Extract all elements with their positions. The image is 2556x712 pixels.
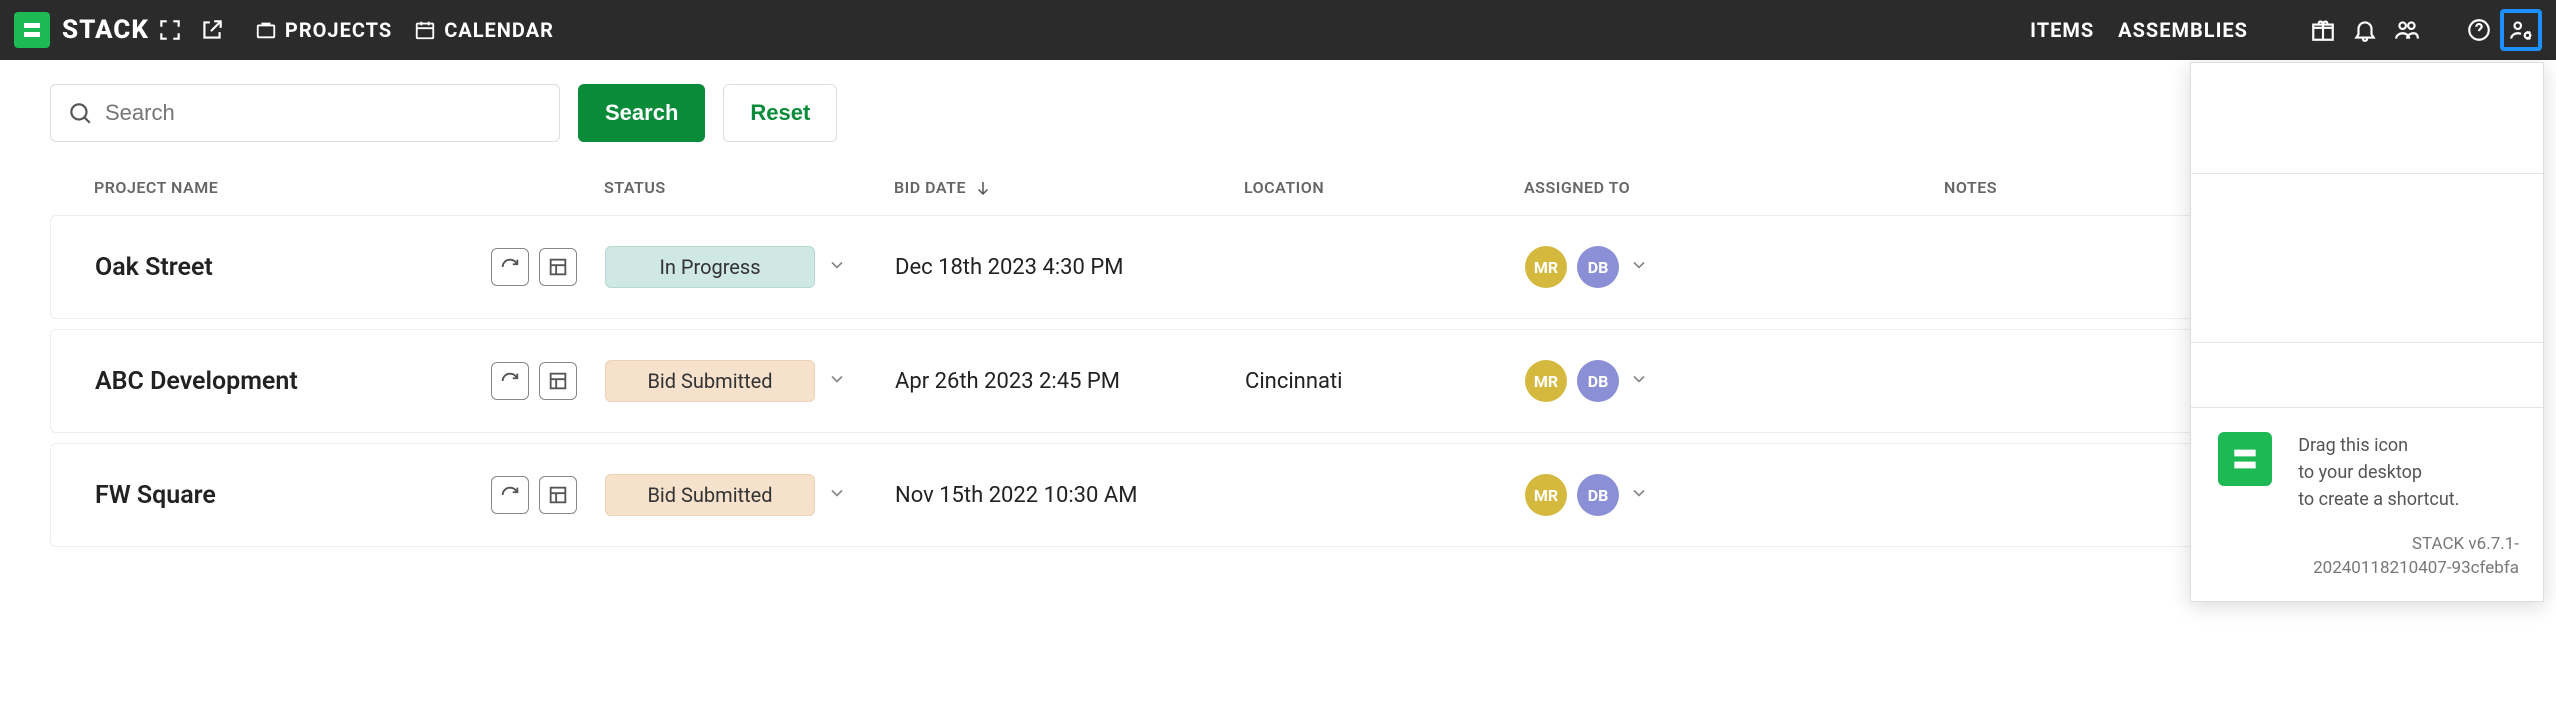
avatar[interactable]: DB [1577,246,1619,288]
people-icon[interactable] [2386,9,2428,51]
project-name[interactable]: FW Square [95,481,216,510]
avatar[interactable]: MR [1525,246,1567,288]
nav-items[interactable]: ITEMS [2030,18,2094,42]
shortcut-icon[interactable]: STACK [2215,432,2274,513]
tip-line: to create a shortcut. [2298,486,2459,513]
col-project-name[interactable]: PROJECT NAME [94,178,604,197]
projects-table: PROJECT NAME STATUS BID DATE LOCATION AS… [0,160,2556,547]
chevron-down-icon[interactable] [1629,255,1649,279]
table-row: ABC Development Bid Submitted Apr 26th 2… [50,329,2506,433]
open-external-icon[interactable] [191,9,233,51]
avatar[interactable]: MR [1525,360,1567,402]
menu-logout[interactable]: Logout [2191,349,2543,401]
bid-date: Nov 15th 2022 10:30 AM [895,483,1245,508]
nav-assemblies[interactable]: ASSEMBLIES [2118,18,2248,42]
col-bid-date[interactable]: BID DATE [894,178,1244,197]
tip-line: to your desktop [2298,459,2459,486]
avatar[interactable]: DB [1577,360,1619,402]
shortcut-tip: Drag this icon to your desktop to create… [2298,432,2459,513]
top-bar: STACK PROJECTS CALENDAR ITEMS ASSEMBLIES… [0,0,2556,60]
project-name[interactable]: Oak Street [95,253,213,282]
brand-name: STACK [62,15,149,45]
menu-account-settings[interactable]: Account Settings [2191,63,2543,115]
shortcut-label: STACK [2215,492,2274,513]
nav-projects-label: PROJECTS [285,18,392,42]
col-assigned[interactable]: ASSIGNED TO [1524,178,1944,197]
bid-date: Dec 18th 2023 4:30 PM [895,255,1245,280]
menu-separator [2191,173,2543,174]
menu-separator [2191,342,2543,343]
refresh-icon[interactable] [491,362,529,400]
status-badge[interactable]: Bid Submitted [605,360,815,402]
search-button[interactable]: Search [578,84,705,142]
gift-icon[interactable] [2302,9,2344,51]
status-badge[interactable]: Bid Submitted [605,474,815,516]
menu-excel-tools[interactable]: Excel Tools [2191,284,2543,336]
fullscreen-icon[interactable] [149,9,191,51]
col-location[interactable]: LOCATION [1244,178,1524,197]
chevron-down-icon[interactable] [1629,369,1649,393]
sort-desc-icon [974,179,992,197]
account-dropdown: Account Settings Preferences Feature Req… [2190,62,2544,602]
help-icon[interactable] [2458,9,2500,51]
refresh-icon[interactable] [491,248,529,286]
version-text: STACK v6.7.1- 20240118210407-93cfebfa [2191,533,2543,601]
chevron-down-icon[interactable] [1629,483,1649,507]
bell-icon[interactable] [2344,9,2386,51]
reset-button[interactable]: Reset [723,84,837,142]
project-name[interactable]: ABC Development [95,367,298,396]
brand-logo-icon [14,12,50,48]
table-row: Oak Street In Progress Dec 18th 2023 4:3… [50,215,2506,319]
location: Cincinnati [1245,369,1525,394]
menu-refer-earn[interactable]: Refer & Earn [2191,232,2543,284]
refresh-icon[interactable] [491,476,529,514]
version-line: STACK v6.7.1- [2215,533,2519,557]
brand-block: STACK [14,12,149,48]
chevron-down-icon[interactable] [827,369,847,393]
table-row: FW Square Bid Submitted Nov 15th 2022 10… [50,443,2506,547]
avatar[interactable]: DB [1577,474,1619,516]
col-bid-label: BID DATE [894,178,966,197]
layout-icon[interactable] [539,248,577,286]
menu-feature-requests[interactable]: Feature Requests [2191,180,2543,232]
chevron-down-icon[interactable] [827,255,847,279]
avatar[interactable]: MR [1525,474,1567,516]
col-status[interactable]: STATUS [604,178,894,197]
layout-icon[interactable] [539,476,577,514]
version-line: 20240118210407-93cfebfa [2215,557,2519,581]
bid-date: Apr 26th 2023 2:45 PM [895,369,1245,394]
nav-calendar[interactable]: CALENDAR [414,18,554,42]
tip-line: Drag this icon [2298,432,2459,459]
search-icon [67,100,93,126]
menu-footer: STACK Drag this icon to your desktop to … [2191,414,2543,533]
chevron-down-icon[interactable] [827,483,847,507]
layout-icon[interactable] [539,362,577,400]
table-header: PROJECT NAME STATUS BID DATE LOCATION AS… [50,160,2506,215]
menu-preferences[interactable]: Preferences [2191,115,2543,167]
account-settings-icon[interactable] [2500,9,2542,51]
toolbar: Search Reset [0,60,2556,160]
nav-calendar-label: CALENDAR [444,18,554,42]
search-box[interactable] [50,84,560,142]
search-input[interactable] [105,100,543,126]
menu-separator [2191,407,2543,408]
status-badge[interactable]: In Progress [605,246,815,288]
nav-projects[interactable]: PROJECTS [255,18,392,42]
